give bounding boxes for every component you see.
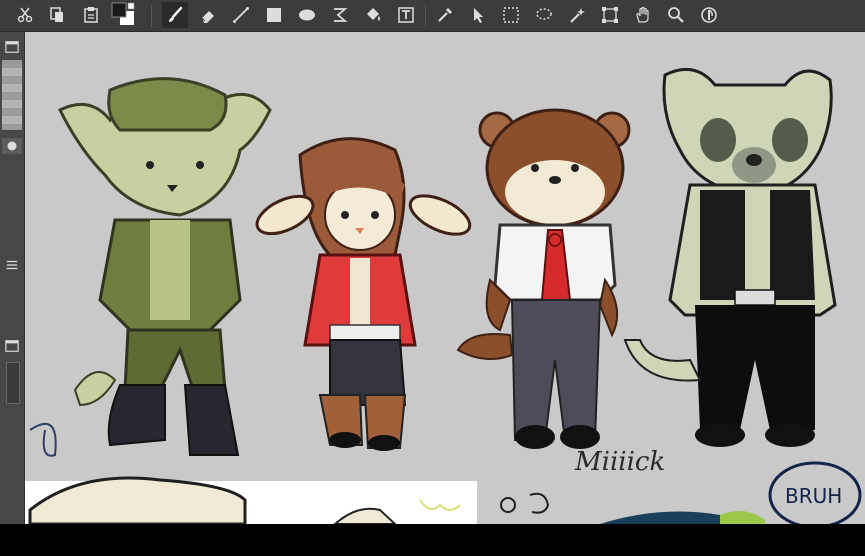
scribble-text: Miiiick xyxy=(574,447,665,477)
zoom-icon[interactable] xyxy=(663,2,689,28)
brush-size-preview[interactable] xyxy=(2,60,22,130)
rectangle-icon[interactable] xyxy=(261,2,287,28)
magic-wand-icon[interactable] xyxy=(564,2,590,28)
hand-icon[interactable] xyxy=(630,2,656,28)
character-hyena xyxy=(623,67,837,447)
color-swatch[interactable] xyxy=(108,2,142,28)
move-icon[interactable] xyxy=(465,2,491,28)
menu-icon[interactable] xyxy=(2,256,22,274)
line-icon[interactable] xyxy=(228,2,254,28)
brush-tip-icon[interactable] xyxy=(2,138,22,154)
panel-toggle-icon[interactable] xyxy=(2,337,22,355)
top-toolbar xyxy=(0,0,865,32)
scrollbar[interactable] xyxy=(6,362,20,404)
eraser-icon[interactable] xyxy=(195,2,221,28)
rotate-view-icon[interactable] xyxy=(696,2,722,28)
character-otter xyxy=(456,108,631,449)
artwork: Miiiick BRUH xyxy=(25,67,862,524)
panel-toggle-icon[interactable] xyxy=(2,38,22,56)
rect-select-icon[interactable] xyxy=(498,2,524,28)
copy-icon[interactable] xyxy=(44,2,70,28)
paste-icon[interactable] xyxy=(78,2,104,28)
left-side-panel xyxy=(0,32,25,524)
character-lynx xyxy=(57,77,272,456)
text-frame-icon[interactable] xyxy=(393,2,419,28)
toolbar-separator xyxy=(151,5,152,27)
fill-bucket-icon[interactable] xyxy=(360,2,386,28)
transform-icon[interactable] xyxy=(597,2,623,28)
lasso-select-icon[interactable] xyxy=(531,2,557,28)
eyedropper-icon[interactable] xyxy=(432,2,458,28)
bottom-bar xyxy=(0,524,865,556)
cut-icon[interactable] xyxy=(12,2,38,28)
brush-icon[interactable] xyxy=(162,2,188,28)
character-bunny xyxy=(255,137,472,451)
speech-bubble-text: BRUH xyxy=(785,484,842,508)
ellipse-icon[interactable] xyxy=(294,2,320,28)
drawing-canvas[interactable]: Miiiick BRUH xyxy=(25,32,865,524)
toolbar-separator xyxy=(425,5,426,27)
curve-icon[interactable] xyxy=(327,2,353,28)
